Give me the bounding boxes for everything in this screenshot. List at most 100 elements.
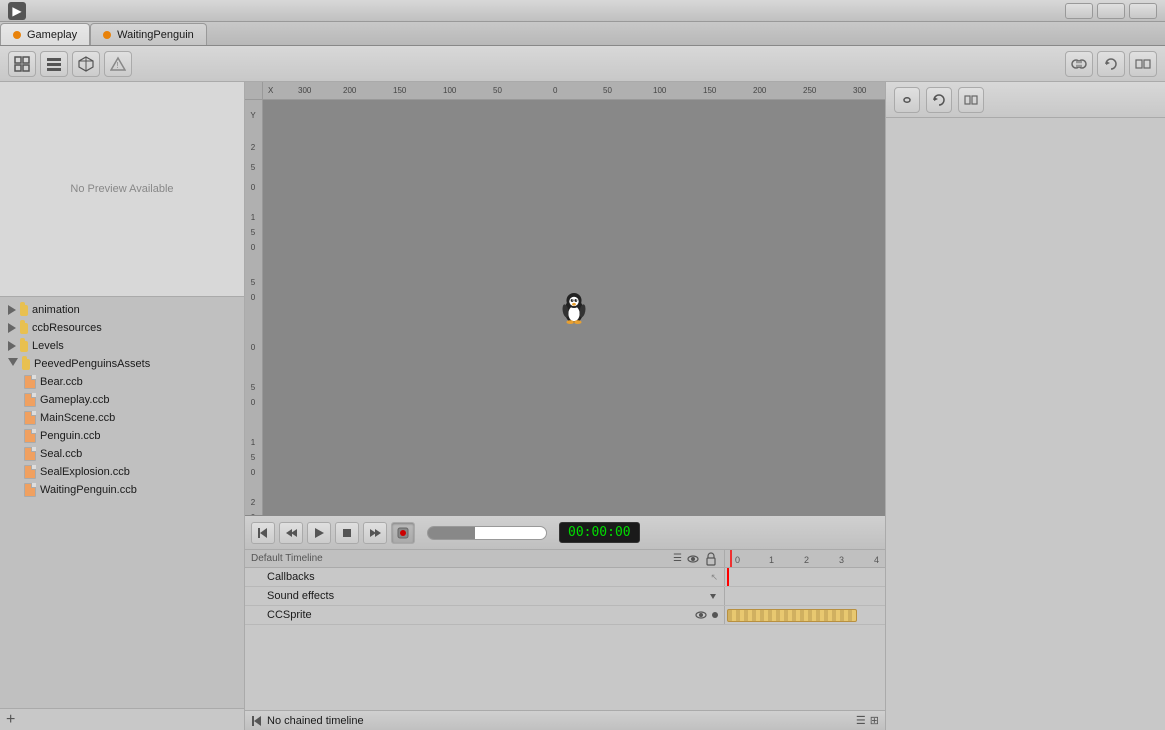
track-ccsprite-content[interactable] (725, 606, 885, 624)
right-panel-body (886, 118, 1165, 730)
timeline-header-icons: ☰ (673, 552, 718, 566)
toolbar-expand-button[interactable] (1129, 51, 1157, 77)
ccsprite-keyframes (727, 609, 857, 622)
tree-item-gameplay[interactable]: Gameplay.ccb (0, 391, 244, 409)
toolbar-grid-button[interactable] (8, 51, 36, 77)
svg-text:150: 150 (703, 86, 717, 95)
timeline-playhead[interactable] (727, 568, 729, 586)
toolbar-list-button[interactable] (40, 51, 68, 77)
track-label-header: Default Timeline ☰ (245, 550, 725, 567)
right-tool-rotate-button[interactable] (926, 87, 952, 113)
tree-item-waiting-penguin[interactable]: WaitingPenguin.ccb (0, 481, 244, 499)
window-close-button[interactable] (1129, 3, 1157, 19)
fast-forward-icon (369, 527, 381, 539)
tab-gameplay-dot (13, 31, 21, 39)
timeline-bottom-list-icon[interactable]: ☰ (856, 714, 866, 727)
tree-item-peeved-penguins[interactable]: PeevedPenguinsAssets (0, 355, 244, 373)
tree-item-seal-explosion[interactable]: SealExplosion.ccb (0, 463, 244, 481)
ruler-left: Y 2 5 0 1 5 0 5 0 0 5 0 1 5 0 2 0 (245, 82, 263, 515)
tab-gameplay-label: Gameplay (27, 29, 77, 41)
svg-text:300: 300 (298, 86, 312, 95)
folder-peeved-triangle-icon (8, 358, 18, 371)
right-tool-link-button[interactable] (894, 87, 920, 113)
timeline-stop-button[interactable] (335, 522, 359, 544)
file-waiting-penguin-icon (24, 483, 36, 497)
record-icon (397, 527, 409, 539)
file-penguin-label: Penguin.ccb (40, 430, 101, 442)
svg-text:0: 0 (251, 468, 256, 477)
folder-levels-triangle-icon (8, 341, 16, 351)
right-tool-expand-button[interactable] (958, 87, 984, 113)
toolbar-rotate-button[interactable] (1097, 51, 1125, 77)
tree-item-seal[interactable]: Seal.ccb (0, 445, 244, 463)
timeline-fast-forward-button[interactable] (363, 522, 387, 544)
folder-ccbresources-label: ccbResources (32, 322, 102, 334)
tree-item-animation[interactable]: animation (0, 301, 244, 319)
tree-item-levels[interactable]: Levels (0, 337, 244, 355)
rewind-icon (285, 527, 297, 539)
folder-animation-label: animation (32, 304, 80, 316)
window-minimize-button[interactable] (1065, 3, 1093, 19)
svg-text:200: 200 (343, 86, 357, 95)
svg-text:0: 0 (251, 183, 256, 192)
link-icon (1071, 56, 1087, 72)
timeline-zoom-slider[interactable] (427, 526, 547, 540)
toolbar-link-button[interactable] (1065, 51, 1093, 77)
track-ccsprite-eye-icon[interactable] (694, 608, 708, 622)
tab-waiting-penguin[interactable]: WaitingPenguin (90, 23, 207, 45)
toolbar-warning-button[interactable]: ! (104, 51, 132, 77)
sound-dropdown-icon[interactable] (708, 591, 718, 601)
ruler-left-svg: Y 2 5 0 1 5 0 5 0 0 5 0 1 5 0 2 0 (245, 100, 262, 515)
track-time-header: 0 1 2 3 4 5 6 7 8 9 (725, 550, 885, 567)
tab-waiting-penguin-dot (103, 31, 111, 39)
file-seal-label: Seal.ccb (40, 448, 82, 460)
stop-icon (341, 527, 353, 539)
tab-gameplay[interactable]: Gameplay (0, 23, 90, 45)
list-icon-header[interactable]: ☰ (673, 553, 682, 564)
track-sound-content[interactable] (725, 587, 885, 605)
add-file-button[interactable]: + (6, 712, 15, 728)
file-seal-icon (24, 447, 36, 461)
svg-text:5: 5 (251, 228, 256, 237)
timeline-play-button[interactable] (307, 522, 331, 544)
svg-text:5: 5 (251, 163, 256, 172)
svg-text:250: 250 (803, 86, 817, 95)
canvas-area[interactable] (263, 100, 885, 515)
app-icon: ▶ (8, 2, 26, 20)
toolbar: ! (0, 46, 1165, 82)
tree-item-penguin[interactable]: Penguin.ccb (0, 427, 244, 445)
preview-area: No Preview Available (0, 82, 244, 297)
toolbar-right-buttons (1065, 51, 1157, 77)
track-ccsprite-icons (694, 608, 718, 622)
window-maximize-button[interactable] (1097, 3, 1125, 19)
ruler-top: X 300 200 150 100 50 0 50 100 150 200 25… (263, 82, 885, 100)
svg-text:0: 0 (251, 398, 256, 407)
timeline-ruler-svg: 0 1 2 3 4 5 6 7 8 9 (729, 550, 885, 567)
timeline-rewind-button[interactable] (279, 522, 303, 544)
svg-text:1: 1 (251, 438, 256, 447)
svg-text:1: 1 (251, 213, 256, 222)
main-layout: No Preview Available animation ccbResour… (0, 82, 1165, 730)
toolbar-cube-button[interactable] (72, 51, 100, 77)
timeline-bottom-grid-icon[interactable]: ⊞ (870, 714, 879, 727)
eye-icon-header[interactable] (686, 552, 700, 566)
lock-icon-header[interactable] (704, 552, 718, 566)
svg-text:2: 2 (251, 143, 256, 152)
tree-item-bear[interactable]: Bear.ccb (0, 373, 244, 391)
list-icon (46, 56, 62, 72)
chained-timeline-label: No chained timeline (267, 715, 364, 727)
track-callbacks-content[interactable] (725, 568, 885, 586)
tree-item-mainscene[interactable]: MainScene.ccb (0, 409, 244, 427)
skip-back-small-icon (251, 715, 263, 727)
preview-text: No Preview Available (70, 183, 173, 195)
ruler-top-svg: X 300 200 150 100 50 0 50 100 150 200 25… (263, 82, 885, 99)
app-logo: ▶ (12, 4, 21, 18)
svg-text:50: 50 (603, 86, 612, 95)
svg-text:2: 2 (804, 555, 809, 565)
tree-item-ccbresources[interactable]: ccbResources (0, 319, 244, 337)
skip-back-icon (257, 527, 269, 539)
timeline-record-button[interactable] (391, 522, 415, 544)
svg-text:50: 50 (493, 86, 502, 95)
timeline-skip-back-button[interactable] (251, 522, 275, 544)
timeline-tracks: Callbacks ↖ Sound effects (245, 568, 885, 710)
